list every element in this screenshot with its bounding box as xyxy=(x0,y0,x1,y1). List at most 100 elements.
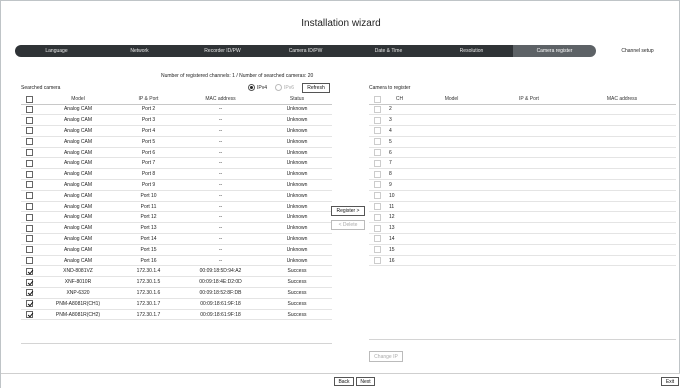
table-row[interactable]: 4 xyxy=(369,125,676,137)
table-row[interactable]: 5 xyxy=(369,136,676,148)
table-row[interactable]: Analog CAM Port 8 -- Unknown xyxy=(21,168,332,181)
row-checkbox[interactable] xyxy=(374,192,381,200)
register-button[interactable]: Register > xyxy=(331,206,365,216)
status-cell: Unknown xyxy=(262,222,332,235)
table-row[interactable]: Analog CAM Port 3 -- Unknown xyxy=(21,114,332,127)
row-checkbox[interactable] xyxy=(374,181,381,189)
row-checkbox[interactable] xyxy=(374,116,381,124)
table-row[interactable]: 3 xyxy=(369,114,676,127)
mac-address-cell: -- xyxy=(179,233,262,245)
ipv6-radio[interactable]: IPv6 xyxy=(275,84,294,91)
row-checkbox[interactable] xyxy=(26,257,33,265)
table-row[interactable]: Analog CAM Port 15 -- Unknown xyxy=(21,244,332,256)
ip-port-cell: Port 10 xyxy=(118,190,179,202)
row-checkbox[interactable] xyxy=(26,116,33,124)
column-status: Status xyxy=(262,95,332,105)
table-row[interactable]: Analog CAM Port 12 -- Unknown xyxy=(21,211,332,224)
table-row[interactable]: Analog CAM Port 10 -- Unknown xyxy=(21,190,332,202)
step-camera-register[interactable]: Camera register xyxy=(513,45,596,57)
row-checkbox[interactable] xyxy=(374,170,381,178)
row-checkbox[interactable] xyxy=(374,246,381,254)
change-ip-button[interactable]: Change IP xyxy=(369,351,403,362)
table-row[interactable]: Analog CAM Port 6 -- Unknown xyxy=(21,147,332,159)
status-cell: Unknown xyxy=(262,190,332,202)
table-row[interactable]: 6 xyxy=(369,147,676,159)
step-resolution[interactable]: Resolution xyxy=(430,45,513,57)
table-row[interactable]: 13 xyxy=(369,222,676,235)
row-checkbox[interactable] xyxy=(26,213,33,221)
row-checkbox[interactable] xyxy=(374,213,381,221)
table-row[interactable]: Analog CAM Port 16 -- Unknown xyxy=(21,255,332,267)
table-row[interactable]: Analog CAM Port 2 -- Unknown xyxy=(21,104,332,116)
select-all-checkbox[interactable] xyxy=(26,95,33,103)
table-row[interactable]: 7 xyxy=(369,157,676,170)
row-checkbox[interactable] xyxy=(26,170,33,178)
step-date-time[interactable]: Date & Time xyxy=(347,45,430,57)
step-network[interactable]: Network xyxy=(98,45,181,57)
row-checkbox[interactable] xyxy=(374,203,381,211)
row-checkbox[interactable] xyxy=(26,267,33,275)
table-row[interactable]: 11 xyxy=(369,201,676,213)
row-checkbox[interactable] xyxy=(374,149,381,157)
table-row[interactable]: XND-8081VZ 172.30.1.4 00:09:18:5D:94:A2 Suc… xyxy=(21,265,332,278)
table-row[interactable]: XNP-6320 172.30.1.6 00:09:18:52:8F:DB Succe… xyxy=(21,287,332,299)
refresh-button[interactable]: Refresh xyxy=(302,83,330,93)
row-checkbox[interactable] xyxy=(374,127,381,135)
step-language[interactable]: Language xyxy=(15,45,98,57)
ip-port-cell xyxy=(490,168,568,181)
row-checkbox[interactable] xyxy=(26,235,33,243)
select-all-register-checkbox[interactable] xyxy=(374,95,381,103)
row-checkbox[interactable] xyxy=(26,138,33,146)
step-recorder-id-pw[interactable]: Recorder ID/PW xyxy=(181,45,264,57)
table-row[interactable]: 10 xyxy=(369,190,676,202)
row-checkbox[interactable] xyxy=(26,311,33,319)
row-checkbox[interactable] xyxy=(26,300,33,308)
row-checkbox[interactable] xyxy=(374,105,381,113)
next-button[interactable]: Next xyxy=(356,377,375,386)
row-checkbox[interactable] xyxy=(26,278,33,286)
table-row[interactable]: 15 xyxy=(369,244,676,256)
row-checkbox[interactable] xyxy=(374,257,381,265)
row-checkbox[interactable] xyxy=(26,203,33,211)
row-checkbox[interactable] xyxy=(26,127,33,135)
ip-port-cell xyxy=(490,211,568,224)
step-channel-setup[interactable]: Channel setup xyxy=(596,45,679,57)
back-button[interactable]: Back xyxy=(334,377,354,386)
delete-button[interactable]: < Delete xyxy=(331,220,365,230)
step-camera-id-pw[interactable]: Camera ID/PW xyxy=(264,45,347,57)
table-row[interactable]: 14 xyxy=(369,233,676,245)
ipv4-radio[interactable]: IPv4 xyxy=(248,84,267,91)
status-cell: Success xyxy=(262,298,332,310)
table-row[interactable]: Analog CAM Port 13 -- Unknown xyxy=(21,222,332,235)
row-checkbox[interactable] xyxy=(26,224,33,232)
row-checkbox[interactable] xyxy=(26,246,33,254)
table-row[interactable]: Analog CAM Port 14 -- Unknown xyxy=(21,233,332,245)
row-checkbox[interactable] xyxy=(26,105,33,113)
table-row[interactable]: 9 xyxy=(369,179,676,191)
table-row[interactable]: 16 xyxy=(369,255,676,267)
table-row[interactable]: XNF-8010R 172.30.1.5 00:09:18:4E:D2:0D Succ… xyxy=(21,276,332,289)
table-row[interactable]: Analog CAM Port 11 -- Unknown xyxy=(21,201,332,213)
row-checkbox[interactable] xyxy=(374,138,381,146)
row-checkbox[interactable] xyxy=(26,192,33,200)
mac-address-cell xyxy=(568,114,676,127)
row-checkbox[interactable] xyxy=(374,235,381,243)
row-checkbox[interactable] xyxy=(26,289,33,297)
row-checkbox[interactable] xyxy=(26,149,33,157)
table-row[interactable]: Analog CAM Port 7 -- Unknown xyxy=(21,157,332,170)
table-row[interactable]: Analog CAM Port 5 -- Unknown xyxy=(21,136,332,148)
table-row[interactable]: PNM-A8081R(CH2) 172.30.1.7 00:09:18:61:9F:… xyxy=(21,309,332,321)
table-row[interactable]: 8 xyxy=(369,168,676,181)
table-row[interactable]: Analog CAM Port 9 -- Unknown xyxy=(21,179,332,191)
row-checkbox[interactable] xyxy=(26,181,33,189)
row-checkbox[interactable] xyxy=(374,159,381,167)
table-row[interactable]: 2 xyxy=(369,104,676,116)
table-row[interactable]: Analog CAM Port 4 -- Unknown xyxy=(21,125,332,137)
exit-button[interactable]: Exit xyxy=(661,377,679,386)
table-row[interactable]: 12 xyxy=(369,211,676,224)
row-checkbox[interactable] xyxy=(26,159,33,167)
ip-port-cell: Port 13 xyxy=(118,222,179,235)
ip-port-cell: 172.30.1.5 xyxy=(118,276,179,289)
row-checkbox[interactable] xyxy=(374,224,381,232)
table-row[interactable]: PNM-A8081R(CH1) 172.30.1.7 00:09:18:61:9F:… xyxy=(21,298,332,310)
